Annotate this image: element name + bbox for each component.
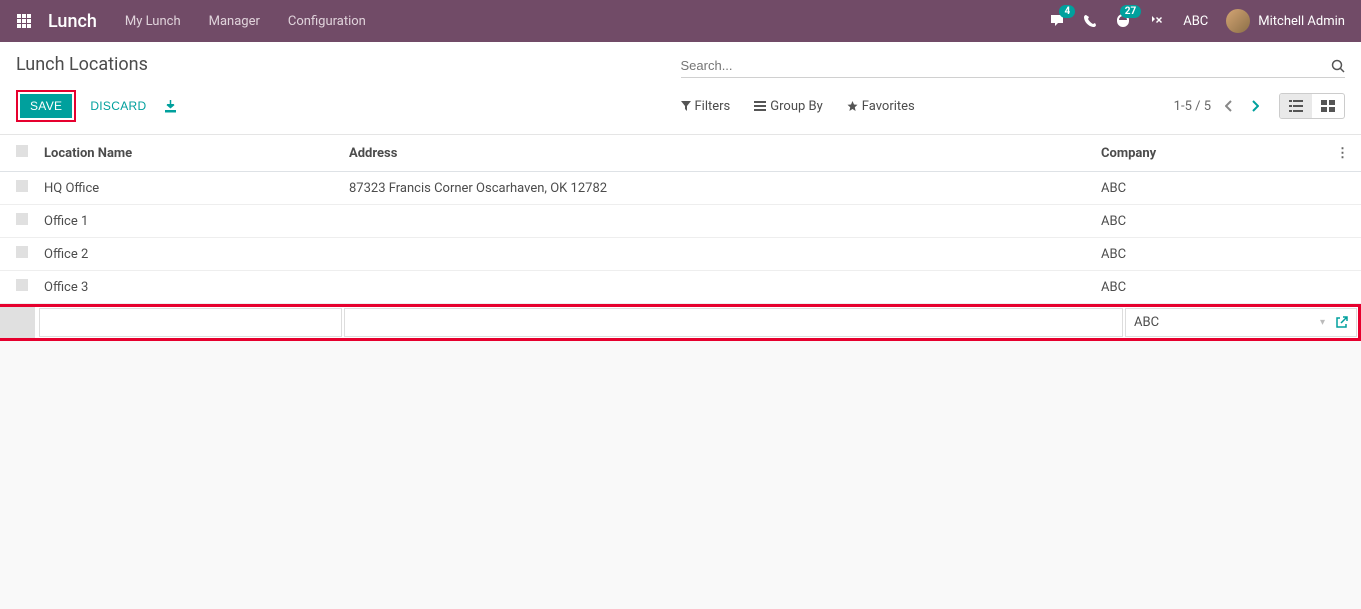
kebab-icon: ⋮ [1336, 146, 1349, 161]
debug-icon[interactable] [1149, 13, 1165, 29]
list-view-icon [1289, 100, 1303, 112]
user-menu[interactable]: Mitchell Admin [1226, 9, 1345, 33]
company-selector[interactable]: ABC [1183, 14, 1208, 29]
cell-address[interactable]: 87323 Francis Corner Oscarhaven, OK 1278… [341, 172, 1093, 205]
cell-name[interactable]: Office 2 [36, 238, 341, 271]
table-row[interactable]: HQ Office 87323 Francis Corner Oscarhave… [0, 172, 1361, 205]
control-panel: Lunch Locations SAVE DISCARD Filters [0, 42, 1361, 135]
chat-icon[interactable]: 4 [1049, 13, 1065, 29]
star-icon [847, 101, 858, 112]
user-name: Mitchell Admin [1258, 14, 1345, 29]
funnel-icon [681, 101, 691, 111]
edit-row-highlight: ABC ▾ [0, 304, 1361, 341]
export-icon[interactable] [160, 96, 181, 117]
pager-text[interactable]: 1-5 / 5 [1174, 99, 1211, 114]
row-checkbox[interactable] [0, 238, 36, 271]
page-title: Lunch Locations [16, 54, 681, 75]
edit-row: ABC ▾ [3, 307, 1358, 338]
cell-menu [1328, 205, 1361, 238]
header-address[interactable]: Address [341, 135, 1093, 172]
kanban-view-icon [1321, 100, 1335, 112]
locations-table: Location Name Address Company ⋮ HQ Offic… [0, 135, 1361, 304]
search-box[interactable] [681, 54, 1346, 78]
navbar-menu: My Lunch Manager Configuration [125, 14, 1041, 29]
navbar-right: 4 27 ABC Mitchell Admin [1049, 9, 1345, 33]
header-options[interactable]: ⋮ [1328, 135, 1361, 172]
pager: 1-5 / 5 [1174, 96, 1263, 116]
row-checkbox[interactable] [0, 271, 36, 304]
row-checkbox[interactable] [0, 205, 36, 238]
avatar [1226, 9, 1250, 33]
cell-company[interactable]: ABC [1093, 205, 1328, 238]
filters-button[interactable]: Filters [681, 99, 731, 114]
table-container: Location Name Address Company ⋮ HQ Offic… [0, 135, 1361, 341]
apps-icon[interactable] [16, 13, 32, 29]
cell-address[interactable] [341, 205, 1093, 238]
phone-icon[interactable] [1083, 14, 1097, 28]
cell-name[interactable]: Office 1 [36, 205, 341, 238]
list-view-button[interactable] [1280, 94, 1312, 118]
activity-badge: 27 [1120, 5, 1141, 18]
cell-menu [1328, 271, 1361, 304]
chat-badge: 4 [1059, 5, 1075, 18]
table-row[interactable]: Office 2 ABC [0, 238, 1361, 271]
cell-menu [1328, 172, 1361, 205]
save-highlight: SAVE [16, 90, 76, 122]
chevron-down-icon[interactable]: ▾ [1320, 317, 1325, 328]
edit-company-cell[interactable]: ABC ▾ [1125, 308, 1357, 337]
search-input[interactable] [681, 54, 1346, 77]
cell-name[interactable]: Office 3 [36, 271, 341, 304]
edit-row-checkbox[interactable] [0, 307, 35, 338]
chevron-right-icon [1251, 100, 1259, 112]
cell-address[interactable] [341, 271, 1093, 304]
edit-name-input[interactable] [48, 315, 333, 330]
favorites-button[interactable]: Favorites [847, 99, 915, 114]
view-switcher [1279, 93, 1345, 119]
chevron-left-icon [1225, 100, 1233, 112]
cell-name[interactable]: HQ Office [36, 172, 341, 205]
menu-manager[interactable]: Manager [209, 14, 260, 29]
edit-company-value: ABC [1134, 315, 1159, 330]
external-link-icon[interactable] [1335, 316, 1348, 329]
pager-prev[interactable] [1221, 96, 1237, 116]
edit-address-cell[interactable] [344, 308, 1123, 337]
search-icon[interactable] [1331, 59, 1345, 73]
cell-company[interactable]: ABC [1093, 172, 1328, 205]
activity-icon[interactable]: 27 [1115, 13, 1131, 29]
cell-menu [1328, 238, 1361, 271]
groupby-button[interactable]: Group By [754, 99, 823, 114]
edit-name-cell[interactable] [39, 308, 342, 337]
table-row[interactable]: Office 3 ABC [0, 271, 1361, 304]
header-name[interactable]: Location Name [36, 135, 341, 172]
top-navbar: Lunch My Lunch Manager Configuration 4 2… [0, 0, 1361, 42]
edit-address-input[interactable] [353, 315, 1114, 330]
app-brand[interactable]: Lunch [48, 11, 97, 32]
header-checkbox[interactable] [0, 135, 36, 172]
kanban-view-button[interactable] [1312, 94, 1344, 118]
menu-my-lunch[interactable]: My Lunch [125, 14, 181, 29]
header-company[interactable]: Company [1093, 135, 1328, 172]
discard-button[interactable]: DISCARD [84, 94, 152, 118]
save-button[interactable]: SAVE [20, 94, 72, 118]
cell-address[interactable] [341, 238, 1093, 271]
menu-configuration[interactable]: Configuration [288, 14, 366, 29]
list-icon [754, 101, 766, 111]
pager-next[interactable] [1247, 96, 1263, 116]
cell-company[interactable]: ABC [1093, 238, 1328, 271]
table-row[interactable]: Office 1 ABC [0, 205, 1361, 238]
row-checkbox[interactable] [0, 172, 36, 205]
cell-company[interactable]: ABC [1093, 271, 1328, 304]
